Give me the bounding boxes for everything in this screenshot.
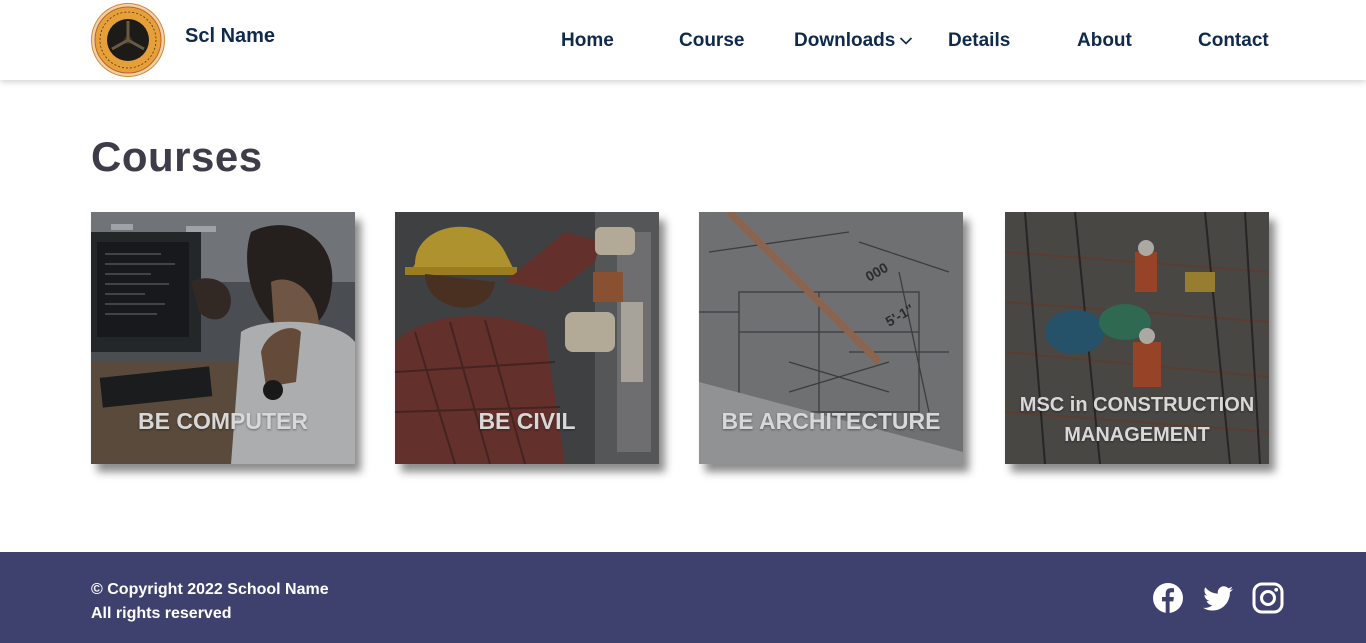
footer-copyright-block: © Copyright 2022 School Name All rights … (91, 578, 329, 626)
main-nav: Home Course Downloads Details About Cont… (0, 0, 1366, 80)
twitter-link[interactable] (1202, 582, 1234, 614)
copyright-text: © Copyright 2022 School Name (91, 581, 329, 598)
nav-contact[interactable]: Contact (1198, 30, 1269, 52)
rights-text: All rights reserved (91, 605, 232, 622)
instagram-icon (1252, 582, 1284, 614)
nav-details[interactable]: Details (948, 30, 1010, 52)
chevron-down-icon (900, 37, 913, 45)
course-card-architecture[interactable]: 000 5'-1" BE ARCHITECTURE (699, 212, 963, 464)
course-card-construction-management[interactable]: MSC in CONSTRUCTION MANAGEMENT (1005, 212, 1269, 464)
site-header: Scl Name Home Course Downloads Details A… (0, 0, 1366, 80)
nav-downloads[interactable]: Downloads (794, 30, 913, 52)
course-label: BE ARCHITECTURE (721, 408, 941, 434)
course-card-civil[interactable]: BE CIVIL (395, 212, 659, 464)
nav-about[interactable]: About (1077, 30, 1132, 52)
twitter-icon (1203, 586, 1233, 611)
nav-home[interactable]: Home (561, 30, 614, 52)
course-label: MSC in CONSTRUCTION MANAGEMENT (1019, 394, 1255, 446)
course-card-computer[interactable]: BE COMPUTER (91, 212, 355, 464)
site-footer: © Copyright 2022 School Name All rights … (0, 552, 1366, 643)
facebook-icon (1153, 583, 1183, 613)
nav-downloads-label: Downloads (794, 30, 896, 51)
facebook-link[interactable] (1152, 582, 1184, 614)
page-title: Courses (91, 133, 263, 180)
course-label: BE CIVIL (478, 408, 576, 434)
nav-course[interactable]: Course (679, 30, 744, 52)
course-label: BE COMPUTER (138, 408, 308, 434)
instagram-link[interactable] (1252, 582, 1284, 614)
